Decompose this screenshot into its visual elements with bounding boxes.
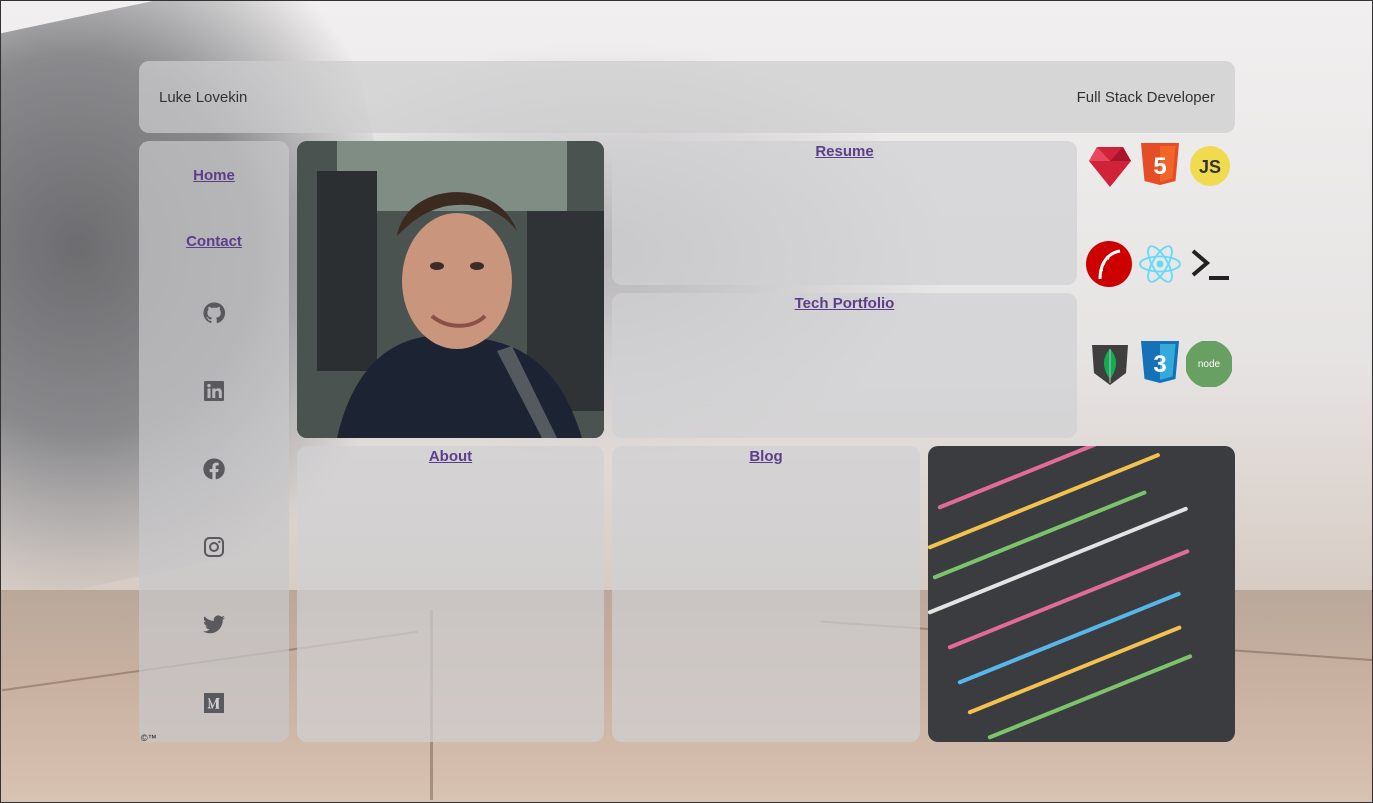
window-frame bbox=[0, 0, 1373, 803]
